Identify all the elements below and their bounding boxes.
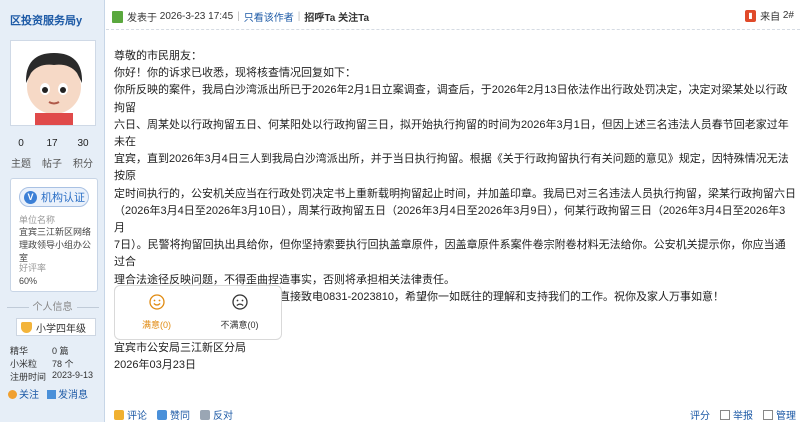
unsatisfied-button[interactable]: 不满意(0) [198, 286, 281, 339]
posted-time: 2026-3-23 17:45 [159, 11, 234, 22]
info-row-register: 注册时间 2023-9-13 [10, 370, 93, 383]
verified-v-icon: V [24, 190, 37, 204]
manage-checkbox[interactable] [763, 410, 773, 420]
posted-label: 发表于 [127, 13, 157, 24]
frown-icon [231, 294, 248, 310]
info-value: 0 篇 [52, 346, 69, 356]
post-footer: 评论 赞同 反对 评分 举报 管理 [106, 404, 800, 422]
follow-ta-link[interactable]: 关注Ta [338, 9, 369, 24]
post-actions: 评论 赞同 反对 [114, 407, 233, 422]
content-line: 定时间执行的，公安机关应当在行政处罚决定书上重新载明拘留起止时间，并加盖印章。我… [114, 187, 796, 200]
content-line: 你所反映的案件，我局白沙湾派出所已于2026年2月1日立案调查，调查后，于202… [114, 84, 788, 114]
info-key: 精华 [10, 346, 29, 356]
comment-icon [114, 410, 124, 420]
cert-button-label: 机构认证 [41, 192, 85, 204]
dislike-button[interactable]: 反对 [200, 407, 233, 422]
avatar[interactable] [10, 40, 96, 126]
organization-cert-card: V 机构认证 单位名称 宜宾三江新区网络理政领导小组办公室 好评率 60% [10, 178, 98, 292]
follow-user-button[interactable]: 关注 [8, 386, 39, 401]
like-label: 赞同 [170, 411, 190, 422]
satisfaction-vote: 满意(0) 不满意(0) [114, 285, 282, 340]
thumbs-down-icon [200, 410, 210, 420]
satisfied-label: 满意(0) [142, 320, 171, 330]
rating-label: 好评率 [19, 263, 47, 273]
post-meta: 发表于 2026-3-23 17:45 | 只看该作者 | 招呼Ta 关注Ta [112, 9, 369, 24]
salutation: 尊敬的市民朋友： [114, 50, 202, 62]
follow-icon [8, 390, 17, 399]
unit-name-value: 宜宾三江新区网络理政领导小组办公室 [19, 227, 92, 263]
user-level: 小学四年级 [16, 318, 96, 336]
info-key: 注册时间 [10, 372, 47, 382]
stat-posts[interactable]: 17 帖子 [37, 138, 67, 170]
info-row-essence: 精华 0 篇 [10, 344, 69, 357]
thumbs-up-icon [157, 410, 167, 420]
report-label: 举报 [733, 411, 753, 422]
info-value: 78 个 [52, 359, 74, 369]
stat-topics[interactable]: 0 主题 [6, 138, 36, 170]
content-line: 你好！你的诉求已收悉，现将核查情况回复如下： [114, 67, 356, 80]
post-source: ▮ 来自 2# [745, 8, 794, 23]
satisfied-button[interactable]: 满意(0) [115, 286, 198, 339]
stat-value: 0 [18, 138, 24, 149]
comment-label: 评论 [127, 411, 147, 422]
report-checkbox-icon [720, 410, 730, 420]
report-link[interactable]: 举报 [720, 407, 753, 422]
send-message-button[interactable]: 发消息 [47, 386, 88, 401]
cert-button[interactable]: V 机构认证 [19, 187, 89, 207]
stat-value: 17 [46, 138, 58, 149]
post-tools: 评分 举报 管理 [690, 407, 796, 422]
info-key: 小米粒 [10, 359, 38, 369]
personal-info-title: 个人信息 [0, 298, 105, 313]
avatar-image [11, 41, 95, 125]
unit-name-label: 单位名称 [19, 215, 56, 225]
content-line: （2026年3月4日至2026年3月10日），周某行政拘留五日（2026年3月4… [114, 204, 786, 235]
info-value: 2023-9-13 [52, 370, 94, 380]
stat-label: 积分 [73, 159, 93, 170]
post-doc-icon [112, 10, 123, 23]
user-sidebar: 区投资服务局y 0 主题 17 帖子 30 积分 V 机构认证 单位名称 宜宾三… [0, 0, 105, 422]
greet-link[interactable]: 招呼Ta [304, 9, 335, 24]
mobile-phone-icon: ▮ [745, 9, 757, 22]
stat-label: 帖子 [42, 159, 62, 170]
divider: | [297, 11, 301, 22]
info-row-rice: 小米粒 78 个 [10, 357, 74, 370]
username-link[interactable]: 区投资服务局y [10, 12, 82, 28]
level-text: 小学四年级 [36, 323, 86, 335]
rate-link[interactable]: 评分 [690, 407, 710, 422]
message-icon [47, 390, 56, 399]
signature: 宜宾市公安局三江新区分局 [114, 342, 246, 355]
manage-link[interactable]: 管理 [763, 407, 796, 422]
divider: | [237, 11, 240, 22]
smile-icon [148, 294, 165, 310]
only-author-link[interactable]: 只看该作者 [244, 9, 294, 24]
stat-value: 30 [77, 138, 89, 149]
comment-button[interactable]: 评论 [114, 407, 147, 422]
level-shield-icon [21, 321, 32, 333]
post-header: 发表于 2026-3-23 17:45 | 只看该作者 | 招呼Ta 关注Ta … [106, 0, 800, 30]
message-label: 发消息 [58, 390, 88, 401]
sidebar-actions: 关注 发消息 [8, 386, 88, 401]
floor-number[interactable]: 2# [783, 10, 794, 21]
source-label: 来自 [760, 12, 781, 23]
rating-value: 60% [19, 276, 38, 286]
reply-date: 2026年03月23日 [114, 359, 196, 372]
user-stats: 0 主题 17 帖子 30 积分 [6, 138, 98, 170]
stat-points[interactable]: 30 积分 [68, 138, 98, 170]
follow-label: 关注 [19, 390, 39, 401]
dislike-label: 反对 [213, 411, 233, 422]
content-line: 7日）。民警将拘留回执出具给你，但你坚持索要执行回执盖章原件，因盖章原件系案件卷… [114, 239, 786, 269]
content-line: 宜宾，直到2026年3月4日三人到我局白沙湾派出所，并于当日执行拘留。根据《关于… [114, 153, 789, 183]
manage-label: 管理 [776, 411, 796, 422]
unsatisfied-label: 不满意(0) [220, 320, 259, 330]
like-button[interactable]: 赞同 [157, 407, 190, 422]
content-line: 六日、周某处以行政拘留五日、何某阳处以行政拘留三日，拟开始执行拘留的时间为202… [114, 118, 789, 149]
stat-label: 主题 [11, 159, 31, 170]
